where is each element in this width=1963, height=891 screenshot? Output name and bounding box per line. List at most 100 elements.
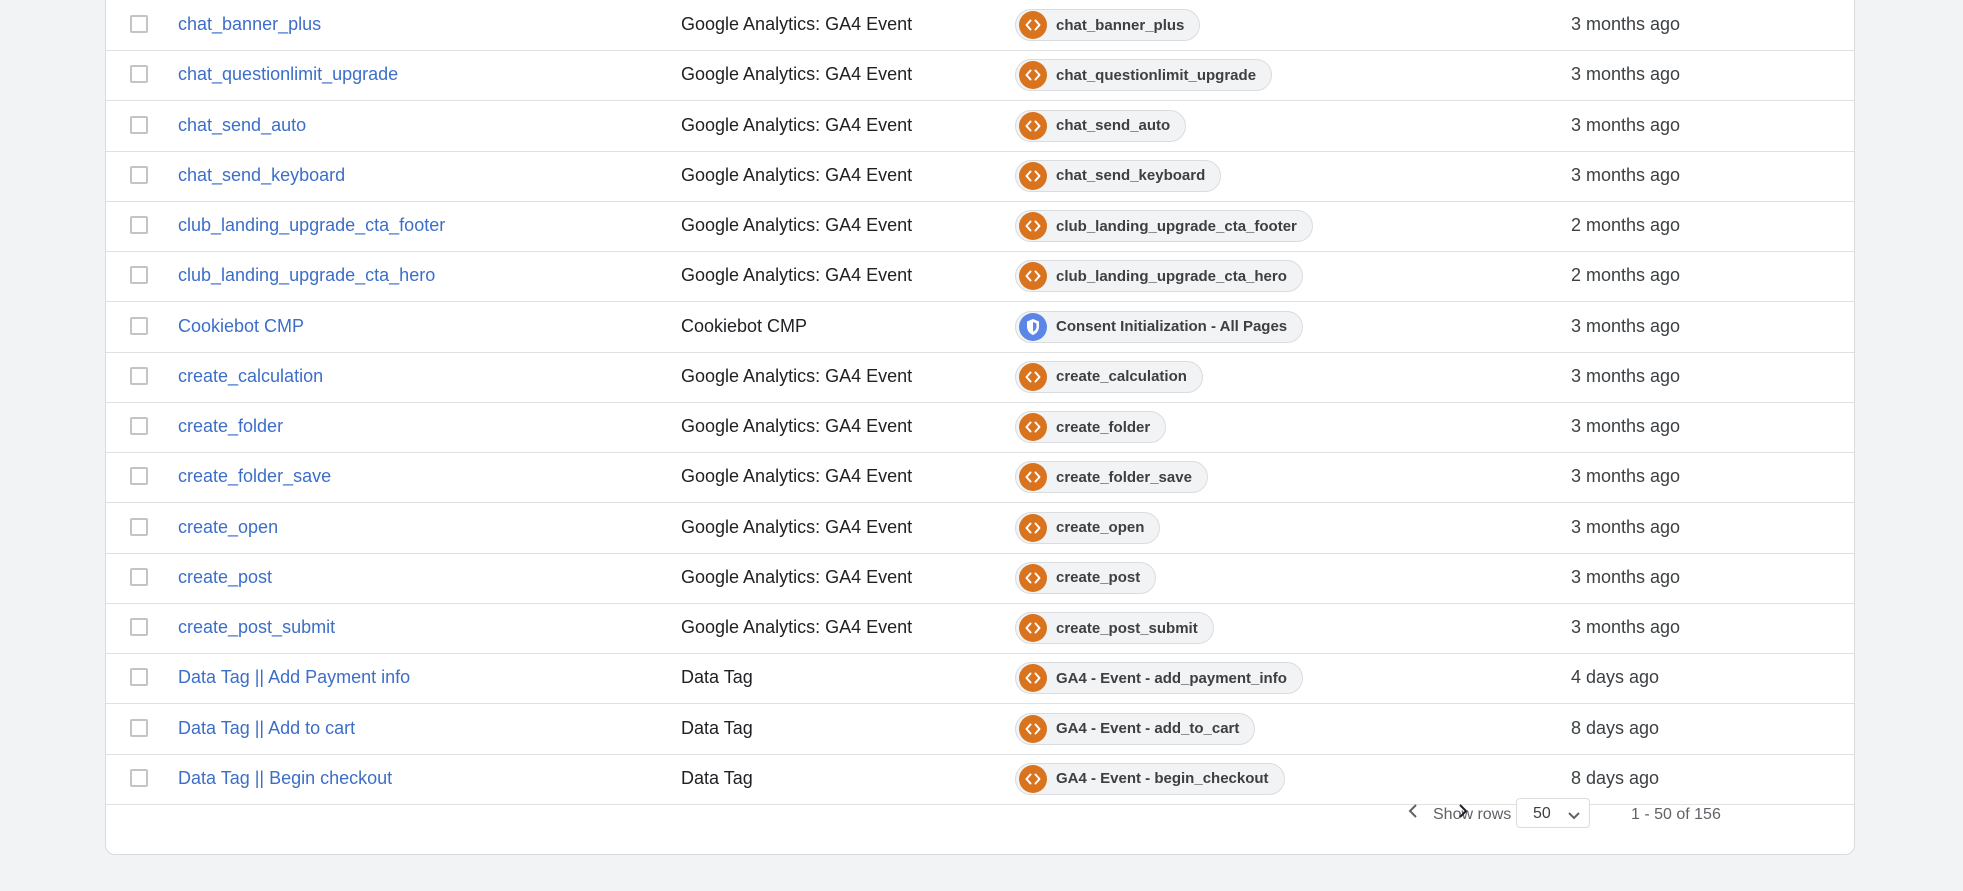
tag-type: Google Analytics: GA4 Event <box>681 365 913 386</box>
trigger-label: club_landing_upgrade_cta_footer <box>1056 217 1297 235</box>
last-edited: 8 days ago <box>1571 717 1660 738</box>
row-checkbox[interactable] <box>130 316 148 335</box>
code-icon <box>1019 161 1047 190</box>
tag-name-link[interactable]: chat_send_keyboard <box>178 165 345 186</box>
last-edited: 3 months ago <box>1571 164 1681 185</box>
tag-type: Google Analytics: GA4 Event <box>681 164 913 185</box>
row-checkbox[interactable] <box>130 768 148 787</box>
row-checkbox[interactable] <box>130 567 148 586</box>
tag-name-link[interactable]: create_post_submit <box>178 617 335 638</box>
row-checkbox[interactable] <box>130 517 148 536</box>
code-icon <box>1019 513 1047 542</box>
row-checkbox[interactable] <box>130 366 148 385</box>
tag-type: Data Tag <box>681 717 753 738</box>
row-checkbox[interactable] <box>130 266 148 285</box>
tag-name-link[interactable]: Data Tag || Add Payment info <box>178 667 410 688</box>
table-pagination-footer: Show rows 50 1 - 50 of 156 <box>106 786 1854 846</box>
tag-type: Google Analytics: GA4 Event <box>681 466 913 487</box>
row-checkbox[interactable] <box>130 115 148 134</box>
trigger-label: create_post <box>1056 569 1141 587</box>
row-checkbox[interactable] <box>130 618 148 636</box>
trigger-chip[interactable]: create_folder_save <box>1015 461 1208 494</box>
trigger-chip[interactable]: Consent Initialization - All Pages <box>1015 310 1304 343</box>
tag-name-link[interactable]: Data Tag || Add to cart <box>178 718 355 739</box>
tag-type: Google Analytics: GA4 Event <box>681 265 913 286</box>
trigger-chip[interactable]: chat_banner_plus <box>1015 9 1201 41</box>
tag-name-link[interactable]: chat_banner_plus <box>178 14 321 35</box>
row-checkbox[interactable] <box>130 467 148 486</box>
table-row: Cookiebot CMP Cookiebot CMP Consent Initia… <box>106 303 1854 353</box>
tag-type: Google Analytics: GA4 Event <box>681 617 913 637</box>
trigger-label: chat_questionlimit_upgrade <box>1056 66 1257 84</box>
trigger-label: create_open <box>1056 519 1145 536</box>
table-row: Data Tag || Add Payment info Data Tag GA4 … <box>106 654 1854 705</box>
table-row: club_landing_upgrade_cta_hero Google Anal… <box>106 252 1854 303</box>
trigger-chip[interactable]: club_landing_upgrade_cta_hero <box>1015 260 1303 293</box>
shield-icon <box>1019 312 1047 341</box>
previous-page-button[interactable] <box>1400 800 1426 826</box>
last-edited: 3 months ago <box>1571 365 1681 386</box>
rows-per-page-select[interactable]: 50 <box>1516 798 1590 828</box>
chevron-left-icon <box>1407 803 1419 824</box>
last-edited: 3 months ago <box>1571 416 1681 436</box>
trigger-chip[interactable]: GA4 - Event - add_payment_info <box>1015 662 1303 695</box>
row-checkbox[interactable] <box>130 718 148 737</box>
trigger-chip[interactable]: chat_questionlimit_upgrade <box>1015 59 1273 92</box>
tag-type: Google Analytics: GA4 Event <box>681 64 913 85</box>
pagination-range: 1 - 50 of 156 <box>1631 806 1721 823</box>
tag-name-link[interactable]: Cookiebot CMP <box>178 316 304 337</box>
code-icon <box>1019 413 1047 441</box>
last-edited: 3 months ago <box>1571 516 1681 537</box>
trigger-chip[interactable]: create_calculation <box>1015 360 1203 393</box>
row-checkbox[interactable] <box>130 15 148 33</box>
table-row: chat_banner_plus Google Analytics: GA4 Ev… <box>106 1 1854 51</box>
chevron-right-icon <box>1457 803 1469 824</box>
trigger-label: chat_send_keyboard <box>1056 167 1206 185</box>
code-icon <box>1019 11 1047 39</box>
row-checkbox[interactable] <box>130 216 148 234</box>
tag-name-link[interactable]: create_open <box>178 517 278 538</box>
tag-name-link[interactable]: create_calculation <box>178 366 323 387</box>
tag-type: Google Analytics: GA4 Event <box>681 416 913 436</box>
trigger-label: create_folder <box>1056 418 1151 436</box>
table-row: chat_questionlimit_upgrade Google Analyti… <box>106 51 1854 102</box>
tag-type: Google Analytics: GA4 Event <box>681 14 913 34</box>
trigger-label: create_post_submit <box>1056 619 1198 637</box>
trigger-chip[interactable]: chat_send_keyboard <box>1015 159 1222 192</box>
tag-name-link[interactable]: create_post <box>178 567 272 588</box>
trigger-label: create_calculation <box>1056 368 1187 386</box>
last-edited: 2 months ago <box>1571 265 1681 286</box>
trigger-label: GA4 - Event - begin_checkout <box>1056 770 1269 788</box>
tag-name-link[interactable]: create_folder <box>178 416 283 437</box>
trigger-chip[interactable]: create_open <box>1015 511 1161 544</box>
tag-name-link[interactable]: chat_send_auto <box>178 115 306 136</box>
row-checkbox[interactable] <box>130 165 148 184</box>
tag-type: Google Analytics: GA4 Event <box>681 566 913 587</box>
last-edited: 3 months ago <box>1571 466 1681 487</box>
table-row: create_calculation Google Analytics: GA4 … <box>106 353 1854 403</box>
tag-name-link[interactable]: club_landing_upgrade_cta_footer <box>178 215 445 236</box>
trigger-chip[interactable]: chat_send_auto <box>1015 109 1187 142</box>
code-icon <box>1019 614 1047 642</box>
trigger-chip[interactable]: GA4 - Event - add_to_cart <box>1015 712 1256 745</box>
table-row: create_folder_save Google Analytics: GA4 … <box>106 453 1854 504</box>
last-edited: 3 months ago <box>1571 14 1681 34</box>
tag-name-link[interactable]: club_landing_upgrade_cta_hero <box>178 265 435 286</box>
trigger-chip[interactable]: create_post_submit <box>1015 612 1214 644</box>
trigger-chip[interactable]: create_folder <box>1015 411 1167 443</box>
code-icon <box>1019 111 1047 140</box>
row-checkbox[interactable] <box>130 668 148 687</box>
code-icon <box>1019 563 1047 592</box>
code-icon <box>1019 61 1047 90</box>
row-checkbox[interactable] <box>130 417 148 435</box>
last-edited: 4 days ago <box>1571 667 1660 688</box>
next-page-button[interactable] <box>1450 800 1476 826</box>
row-checkbox[interactable] <box>130 65 148 84</box>
trigger-label: GA4 - Event - add_payment_info <box>1056 669 1287 687</box>
tag-name-link[interactable]: create_folder_save <box>178 466 331 487</box>
table-row: create_post Google Analytics: GA4 Event cr… <box>106 554 1854 604</box>
tag-name-link[interactable]: chat_questionlimit_upgrade <box>178 64 398 85</box>
trigger-chip[interactable]: create_post <box>1015 561 1157 594</box>
trigger-label: chat_banner_plus <box>1056 16 1185 34</box>
trigger-chip[interactable]: club_landing_upgrade_cta_footer <box>1015 210 1313 242</box>
